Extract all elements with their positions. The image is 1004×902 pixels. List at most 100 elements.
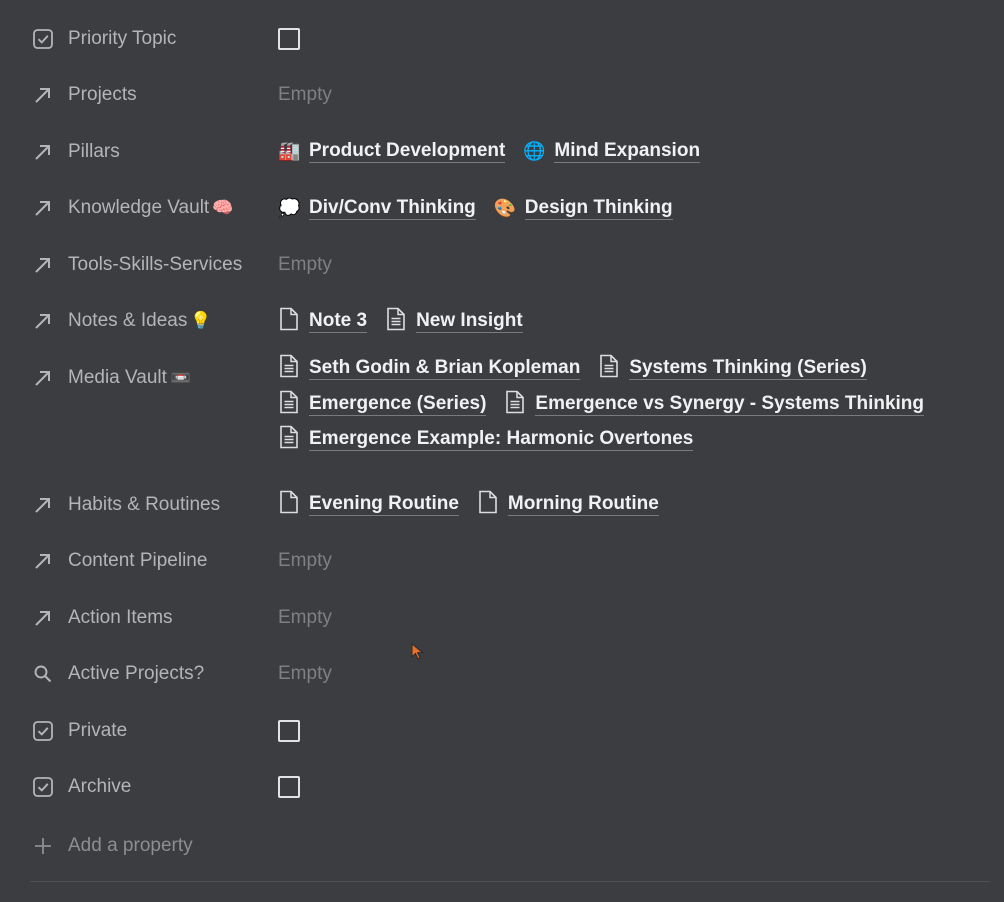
- properties-panel: Priority Topic Projects Empty Pillars 🏭 Produ…: [30, 12, 990, 872]
- property-name: Notes & Ideas: [68, 310, 188, 331]
- relation-link-label: New Insight: [416, 309, 523, 333]
- property-row-content-pipeline: Content Pipeline Empty: [30, 535, 990, 592]
- property-value[interactable]: [278, 761, 990, 814]
- thought-bubble-emoji-icon: 💭: [278, 197, 301, 218]
- property-value[interactable]: Empty: [278, 591, 990, 644]
- relation-link[interactable]: Note 3: [278, 295, 368, 348]
- checkbox-icon: [30, 26, 56, 52]
- property-label[interactable]: Active Projects?: [30, 648, 278, 701]
- relation-link[interactable]: New Insight: [385, 295, 523, 348]
- property-row-action-items: Action Items Empty: [30, 591, 990, 648]
- property-value[interactable]: Note 3 New Insight: [278, 295, 990, 348]
- property-label[interactable]: Habits & Routines: [30, 478, 278, 531]
- search-icon: [30, 661, 56, 687]
- document-icon: [278, 354, 300, 383]
- plus-icon: [30, 833, 56, 859]
- property-label[interactable]: Content Pipeline: [30, 535, 278, 588]
- property-value[interactable]: 🏭 Product Development 🌐 Mind Expansion: [278, 125, 990, 178]
- property-value[interactable]: Seth Godin & Brian Kopleman Systems Think…: [278, 351, 990, 458]
- property-name: Media Vault: [68, 366, 167, 388]
- relation-arrow-icon: [30, 605, 56, 631]
- property-label[interactable]: Archive: [30, 761, 278, 814]
- property-label[interactable]: Pillars: [30, 125, 278, 178]
- property-name: Pillars: [68, 140, 120, 162]
- relation-link[interactable]: 🏭 Product Development: [278, 125, 506, 178]
- palette-emoji-icon: 🎨: [493, 197, 517, 218]
- add-property-button[interactable]: Add a property: [30, 819, 990, 872]
- checkbox-priority-topic[interactable]: [278, 27, 300, 50]
- relation-link-label: Div/Conv Thinking: [309, 196, 476, 220]
- empty-placeholder: Empty: [278, 663, 332, 684]
- empty-placeholder: Empty: [278, 84, 332, 105]
- relation-link-label: Emergence Example: Harmonic Overtones: [309, 428, 694, 452]
- relation-link-label: Product Development: [309, 140, 506, 163]
- property-label[interactable]: Priority Topic: [30, 12, 278, 65]
- property-row-archive: Archive: [30, 761, 990, 818]
- property-value[interactable]: Empty: [278, 238, 990, 291]
- checkbox-private[interactable]: [278, 719, 300, 742]
- relation-arrow-icon: [30, 365, 56, 391]
- empty-placeholder: Empty: [278, 606, 332, 628]
- property-label[interactable]: Action Items: [30, 591, 278, 644]
- relation-link-label: Systems Thinking (Series): [629, 357, 867, 381]
- relation-link-label: Mind Expansion: [554, 140, 701, 163]
- property-row-notes-ideas: Notes & Ideas 💡 Note 3 New Insight: [30, 295, 990, 352]
- property-value[interactable]: Empty: [278, 535, 990, 588]
- property-label[interactable]: Private: [30, 704, 278, 757]
- property-value[interactable]: Empty: [278, 69, 990, 122]
- property-label[interactable]: Tools-Skills-Services: [30, 238, 278, 291]
- relation-arrow-icon: [30, 195, 56, 221]
- property-value[interactable]: Empty: [278, 648, 990, 701]
- globe-emoji-icon: 🌐: [523, 141, 546, 161]
- relation-link[interactable]: Morning Routine: [477, 478, 659, 531]
- property-label[interactable]: Projects: [30, 69, 278, 122]
- checkbox-archive[interactable]: [278, 776, 300, 798]
- property-row-habits-routines: Habits & Routines Evening Routine Morning …: [30, 478, 990, 535]
- property-name: Projects: [68, 84, 137, 105]
- property-row-private: Private: [30, 704, 990, 761]
- property-emoji-icon: 💡: [190, 311, 212, 330]
- property-row-media-vault: Media Vault 📼 Seth Godin & Brian Kopleman S…: [30, 351, 990, 478]
- property-name: Active Projects?: [68, 663, 205, 684]
- property-row-knowledge-vault: Knowledge Vault 🧠 💭 Div/Conv Thinking 🎨 Desig…: [30, 182, 990, 239]
- property-row-pillars: Pillars 🏭 Product Development 🌐 Mind Expansi…: [30, 125, 990, 182]
- document-icon: [504, 390, 526, 419]
- relation-arrow-icon: [30, 82, 56, 108]
- empty-placeholder: Empty: [278, 253, 332, 275]
- empty-placeholder: Empty: [278, 550, 332, 571]
- document-icon: [278, 425, 300, 454]
- relation-link-label: Emergence vs Synergy - Systems Thinking: [535, 392, 925, 416]
- relation-link-label: Emergence (Series): [309, 392, 487, 416]
- relation-arrow-icon: [30, 139, 56, 165]
- relation-link[interactable]: Emergence Example: Harmonic Overtones: [278, 422, 694, 458]
- divider: [30, 881, 990, 882]
- relation-link-label: Design Thinking: [524, 196, 673, 220]
- relation-link[interactable]: 💭 Div/Conv Thinking: [278, 182, 476, 235]
- relation-link[interactable]: Emergence vs Synergy - Systems Thinking: [504, 387, 925, 423]
- property-label[interactable]: Notes & Ideas 💡: [30, 295, 278, 348]
- relation-link[interactable]: Emergence (Series): [278, 387, 487, 423]
- property-value[interactable]: 💭 Div/Conv Thinking 🎨 Design Thinking: [278, 182, 990, 235]
- property-name: Knowledge Vault: [68, 197, 210, 218]
- property-value[interactable]: Evening Routine Morning Routine: [278, 478, 990, 531]
- property-label[interactable]: Media Vault 📼: [30, 351, 278, 404]
- relation-arrow-icon: [30, 252, 56, 278]
- property-name: Habits & Routines: [68, 493, 221, 515]
- property-value[interactable]: [278, 12, 990, 65]
- property-value[interactable]: [278, 704, 990, 757]
- property-row-projects: Projects Empty: [30, 69, 990, 126]
- property-row-active-projects: Active Projects? Empty: [30, 648, 990, 705]
- relation-link[interactable]: Systems Thinking (Series): [598, 351, 867, 387]
- property-label[interactable]: Knowledge Vault 🧠: [30, 182, 278, 235]
- property-name: Tools-Skills-Services: [68, 253, 243, 275]
- relation-link[interactable]: 🎨 Design Thinking: [494, 182, 673, 235]
- relation-link[interactable]: Seth Godin & Brian Kopleman: [278, 351, 581, 387]
- relation-link[interactable]: Evening Routine: [278, 478, 459, 531]
- document-icon: [385, 307, 407, 336]
- add-property-label: Add a property: [68, 834, 193, 856]
- relation-arrow-icon: [30, 492, 56, 518]
- relation-link[interactable]: 🌐 Mind Expansion: [523, 125, 701, 178]
- property-row-priority-topic: Priority Topic: [30, 12, 990, 69]
- relation-link-label: Evening Routine: [309, 493, 459, 516]
- property-name: Archive: [68, 776, 132, 797]
